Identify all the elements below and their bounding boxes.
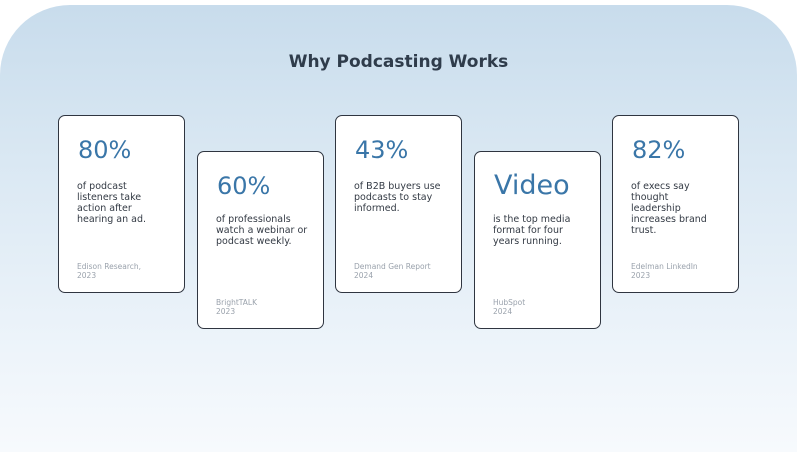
source-name: Edison Research, bbox=[77, 262, 142, 271]
stat-value: 80% bbox=[78, 136, 132, 164]
source-year: 2024 bbox=[354, 271, 374, 280]
stat-value: Video bbox=[494, 170, 570, 201]
background-panel: Why Podcasting Works 80% of podcast list… bbox=[0, 5, 797, 452]
stat-description: of execs say thought leadership increase… bbox=[631, 181, 707, 236]
stat-card-video-format: Video is the top media format for four y… bbox=[474, 151, 601, 329]
source-name: Demand Gen Report bbox=[354, 262, 431, 271]
stat-card-listeners-action: 80% of podcast listeners take action aft… bbox=[58, 115, 185, 293]
stat-value: 82% bbox=[632, 136, 686, 164]
stat-card-professionals-weekly: 60% of professionals watch a webinar or … bbox=[197, 151, 324, 329]
stat-source: BrightTALK 2023 bbox=[216, 298, 257, 316]
page-title: Why Podcasting Works bbox=[288, 52, 509, 72]
stat-source: HubSpot 2024 bbox=[493, 298, 525, 316]
stat-card-b2b-buyers: 43% of B2B buyers use podcasts to stay i… bbox=[335, 115, 462, 293]
stat-source: Edelman LinkedIn 2023 bbox=[631, 262, 698, 280]
source-name: BrightTALK bbox=[216, 298, 257, 307]
stat-value: 60% bbox=[217, 172, 271, 200]
stat-value: 43% bbox=[355, 136, 409, 164]
source-name: HubSpot bbox=[493, 298, 526, 307]
source-year: 2023 bbox=[77, 271, 97, 280]
stat-description: of professionals watch a webinar or podc… bbox=[216, 214, 308, 247]
stat-source: Demand Gen Report 2024 bbox=[354, 262, 431, 280]
stat-description: is the top media format for four years r… bbox=[493, 214, 571, 247]
source-year: 2023 bbox=[216, 307, 236, 316]
stat-description: of podcast listeners take action after h… bbox=[77, 181, 147, 225]
stat-card-exec-trust: 82% of execs say thought leadership incr… bbox=[612, 115, 739, 293]
stat-description: of B2B buyers use podcasts to stay infor… bbox=[354, 181, 441, 214]
source-year: 2024 bbox=[493, 307, 513, 316]
source-name: Edelman LinkedIn bbox=[631, 262, 698, 271]
stat-source: Edison Research, 2023 bbox=[77, 262, 141, 280]
source-year: 2023 bbox=[631, 271, 651, 280]
